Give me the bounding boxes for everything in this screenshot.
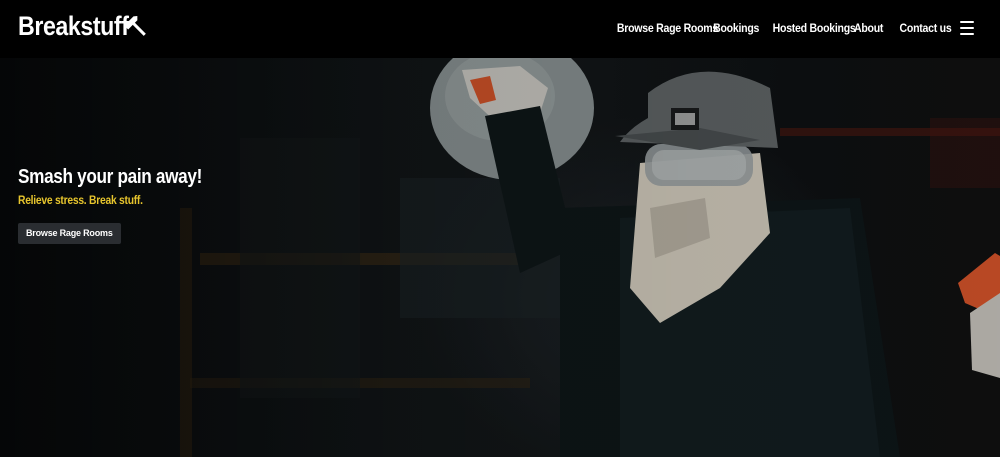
hamburger-menu-icon[interactable]: [960, 21, 974, 35]
hero-section: Smash your pain away! Relieve stress. Br…: [0, 58, 1000, 457]
nav-link-browse-rage-rooms[interactable]: Browse Rage Rooms: [617, 21, 718, 35]
hero-subtitle: Relieve stress. Break stuff.: [18, 193, 143, 207]
page: Breakstuff Browse Rage Rooms Bookings Ho…: [0, 0, 1000, 457]
brand-logo-link[interactable]: Breakstuff: [18, 11, 150, 42]
brand-name: Breakstuff: [18, 11, 129, 41]
hero-dark-overlay: [0, 58, 1000, 457]
nav-link-contact-us[interactable]: Contact us: [900, 21, 952, 35]
browse-rage-rooms-button[interactable]: Browse Rage Rooms: [18, 223, 121, 244]
hero-title: Smash your pain away!: [18, 166, 202, 188]
hero-content: Smash your pain away! Relieve stress. Br…: [18, 166, 232, 244]
navbar: Breakstuff Browse Rage Rooms Bookings Ho…: [0, 0, 1000, 58]
nav-link-hosted-bookings[interactable]: Hosted Bookings: [773, 21, 856, 35]
nav-link-bookings[interactable]: Bookings: [713, 21, 759, 35]
nav-link-about[interactable]: About: [854, 21, 883, 35]
